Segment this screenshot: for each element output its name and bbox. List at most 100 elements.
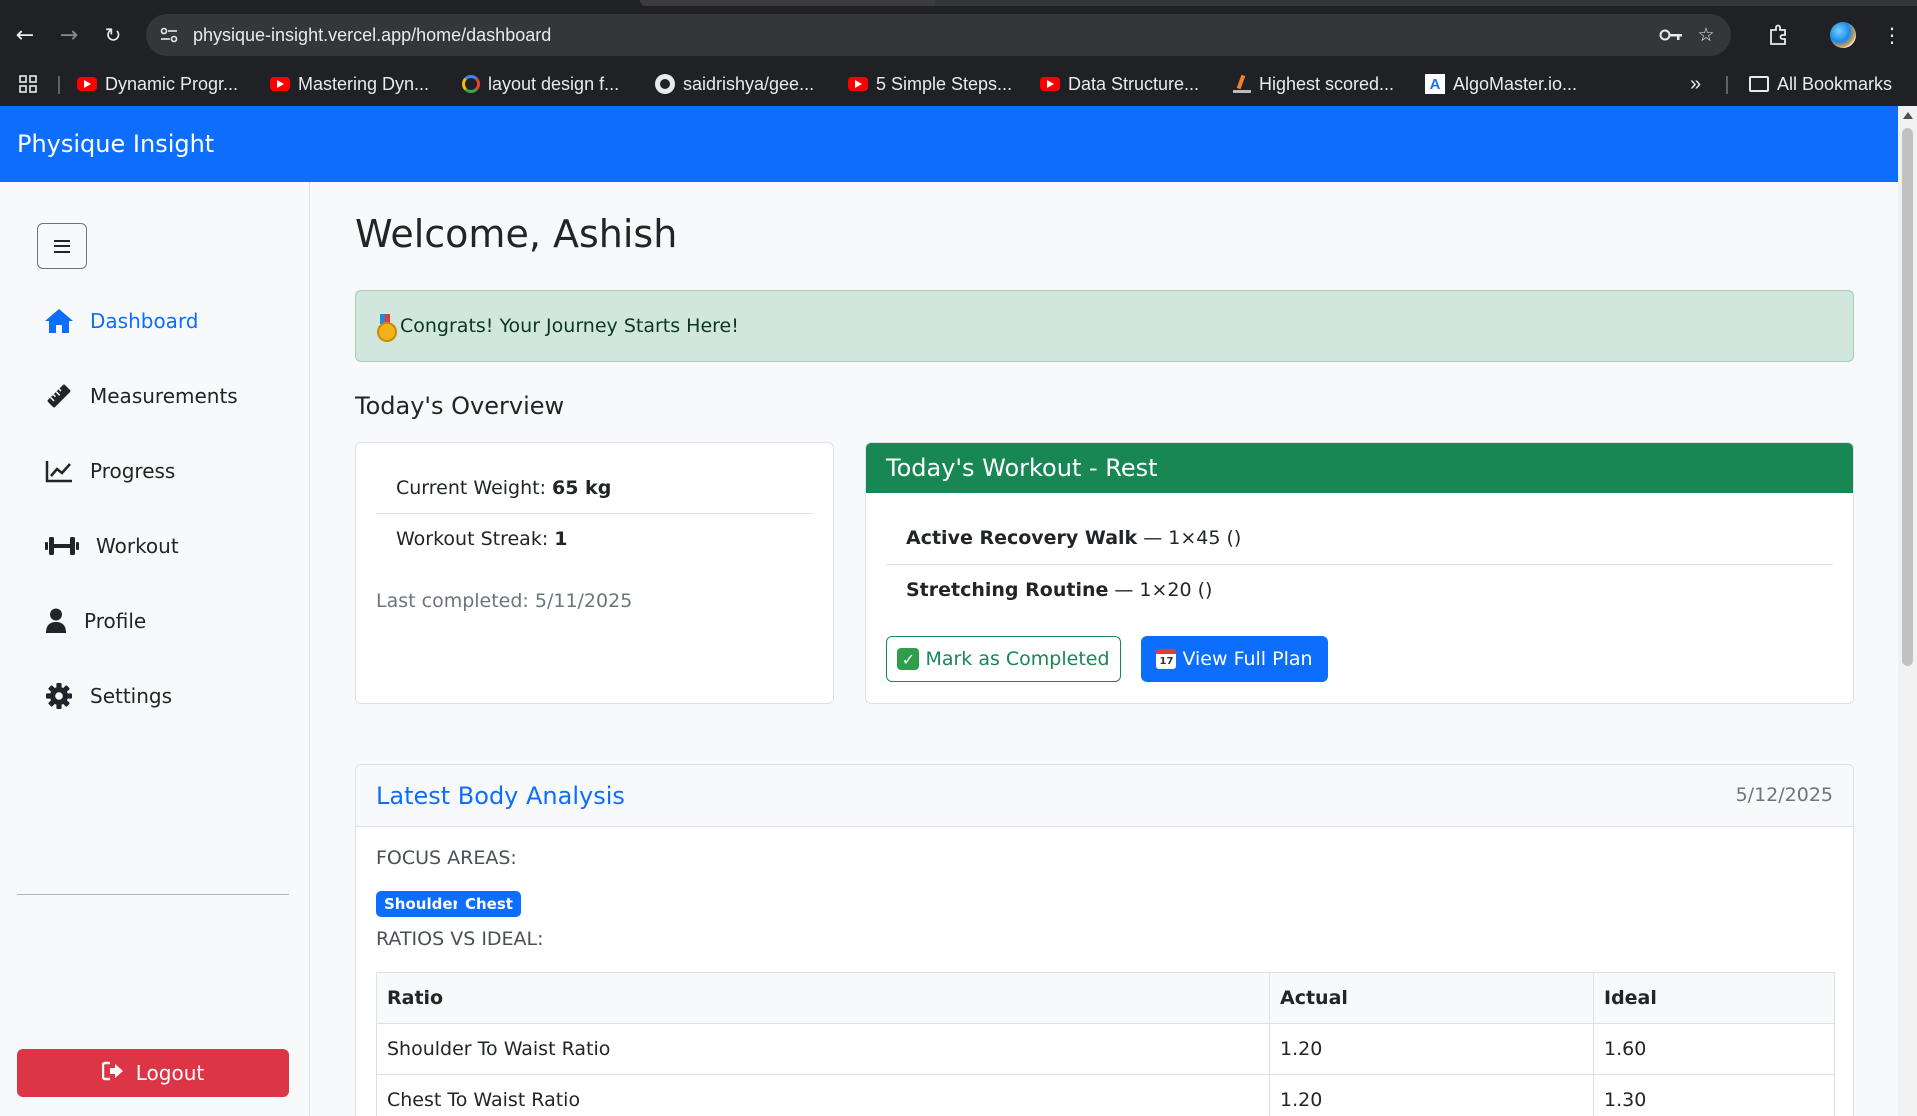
sidebar-item-workout[interactable]: Workout	[44, 526, 179, 566]
table-cell: 1.30	[1593, 1074, 1835, 1116]
overview-title: Today's Overview	[355, 392, 565, 420]
youtube-icon	[77, 77, 97, 91]
view-full-plan-button[interactable]: 17 View Full Plan	[1141, 636, 1328, 682]
bookmark-star-icon[interactable]: ☆	[1693, 23, 1719, 47]
exercise-detail: — 1×45 ()	[1143, 527, 1242, 549]
table-header-row: Ratio Actual Ideal	[376, 972, 1835, 1024]
focus-areas-label: FOCUS AREAS:	[376, 847, 517, 869]
stackoverflow-icon	[1233, 75, 1251, 93]
ratios-label: RATIOS VS IDEAL:	[376, 928, 544, 950]
sidebar-item-label: Dashboard	[90, 309, 199, 333]
focus-badge: Chest	[457, 891, 521, 917]
logout-button[interactable]: Logout	[17, 1049, 289, 1097]
sidebar-item-settings[interactable]: Settings	[44, 676, 172, 716]
main-content: Welcome, Ashish Congrats! Your Journey S…	[311, 182, 1898, 1116]
mark-completed-button[interactable]: ✓ Mark as Completed	[886, 636, 1121, 682]
workout-card-header: Today's Workout - Rest	[866, 443, 1853, 493]
youtube-icon	[270, 77, 290, 91]
page-scrollbar[interactable]	[1898, 106, 1917, 1116]
bookmark-item[interactable]: layout design f...	[462, 70, 619, 98]
scroll-up-arrow-icon[interactable]	[1903, 112, 1913, 119]
bookmark-separator	[58, 76, 60, 94]
bookmark-label: Mastering Dyn...	[298, 73, 430, 94]
weight-label: Current Weight:	[396, 477, 546, 499]
active-tab-edge[interactable]	[640, 0, 940, 6]
tab-strip	[935, 0, 1917, 6]
medal-icon	[376, 314, 397, 342]
bookmark-item[interactable]: Mastering Dyn...	[270, 70, 429, 98]
youtube-icon	[848, 77, 868, 91]
all-bookmarks-button[interactable]: All Bookmarks	[1749, 70, 1892, 98]
bookmark-label: 5 Simple Steps...	[876, 73, 1013, 94]
analysis-header: Latest Body Analysis 5/12/2025	[356, 765, 1853, 827]
table-cell: Shoulder To Waist Ratio	[376, 1023, 1270, 1075]
google-icon	[462, 75, 480, 93]
success-alert: Congrats! Your Journey Starts Here!	[355, 290, 1854, 362]
alert-text: Congrats! Your Journey Starts Here!	[400, 315, 739, 337]
algomaster-icon: A	[1425, 74, 1445, 94]
sidebar-item-label: Workout	[96, 534, 179, 558]
table-cell: 1.60	[1593, 1023, 1835, 1075]
bookmark-item[interactable]: A AlgoMaster.io...	[1425, 70, 1577, 98]
check-mark-icon: ✓	[897, 648, 920, 670]
sidebar-toggle-button[interactable]	[37, 223, 87, 269]
bookmark-item[interactable]: Dynamic Progr...	[77, 70, 238, 98]
address-bar[interactable]: physique-insight.vercel.app/home/dashboa…	[146, 14, 1731, 56]
folder-icon	[1749, 76, 1769, 92]
back-icon[interactable]: ←	[8, 18, 42, 52]
extensions-icon[interactable]	[1760, 17, 1796, 53]
menu-kebab-icon[interactable]: ⋮	[1874, 17, 1910, 53]
logout-label: Logout	[135, 1061, 205, 1085]
analysis-title-link[interactable]: Latest Body Analysis	[376, 782, 625, 810]
analysis-date: 5/12/2025	[1735, 784, 1833, 806]
brand-link[interactable]: Physique Insight	[17, 130, 214, 158]
sidebar-item-label: Profile	[84, 609, 147, 633]
streak-value: 1	[554, 528, 568, 550]
column-header: Actual	[1269, 972, 1594, 1024]
bookmark-label: AlgoMaster.io...	[1453, 73, 1578, 94]
bookmarks-overflow-button[interactable]: »	[1690, 70, 1701, 98]
bookmark-item[interactable]: Data Structure...	[1040, 70, 1199, 98]
table-cell: 1.20	[1269, 1074, 1594, 1116]
sidebar: Dashboard Measurements Progress Workout …	[0, 182, 310, 1116]
ratios-table: Ratio Actual Ideal Shoulder To Waist Rat…	[376, 972, 1835, 1116]
exercise-detail: — 1×20 ()	[1114, 579, 1213, 601]
bookmarks-bar: Dynamic Progr... Mastering Dyn... layout…	[0, 64, 1917, 104]
sidebar-item-dashboard[interactable]: Dashboard	[44, 301, 199, 341]
bookmark-label: Data Structure...	[1068, 73, 1200, 94]
sidebar-item-measurements[interactable]: Measurements	[44, 376, 238, 416]
app-navbar: Physique Insight	[0, 106, 1898, 182]
gear-icon	[44, 681, 74, 711]
table-row: Chest To Waist Ratio 1.20 1.30	[376, 1074, 1835, 1116]
exercise-name: Active Recovery Walk	[906, 527, 1138, 549]
sidebar-item-progress[interactable]: Progress	[44, 451, 175, 491]
streak-stat: Workout Streak: 1	[376, 514, 813, 564]
sidebar-item-profile[interactable]: Profile	[44, 601, 146, 641]
bookmark-item[interactable]: saidrishya/gee...	[655, 70, 814, 98]
table-cell: Chest To Waist Ratio	[376, 1074, 1270, 1116]
view-plan-label: View Full Plan	[1182, 648, 1313, 670]
sign-out-icon	[101, 1061, 124, 1086]
profile-avatar-icon[interactable]	[1830, 22, 1856, 48]
mark-completed-label: Mark as Completed	[925, 648, 1110, 670]
url-text[interactable]: physique-insight.vercel.app/home/dashboa…	[193, 25, 551, 46]
sidebar-divider	[17, 894, 289, 895]
streak-label: Workout Streak:	[396, 528, 549, 550]
browser-chrome: ← → ↻ physique-insight.vercel.app/home/d…	[0, 0, 1917, 106]
scroll-thumb[interactable]	[1902, 128, 1913, 666]
sidebar-item-label: Progress	[90, 459, 176, 483]
weight-stat: Current Weight: 65 kg	[376, 463, 813, 513]
forward-icon[interactable]: →	[52, 18, 86, 52]
table-row: Shoulder To Waist Ratio 1.20 1.60	[376, 1023, 1835, 1075]
stats-card: Current Weight: 65 kg Workout Streak: 1 …	[355, 442, 834, 704]
apps-grid-icon[interactable]	[18, 70, 38, 98]
reload-icon[interactable]: ↻	[96, 18, 130, 52]
exercise-name: Stretching Routine	[906, 579, 1109, 601]
sidebar-item-label: Measurements	[90, 384, 238, 408]
bookmark-label: Highest scored...	[1259, 73, 1395, 94]
site-settings-icon[interactable]	[158, 24, 180, 46]
bookmark-item[interactable]: Highest scored...	[1233, 70, 1394, 98]
weight-value: 65 kg	[552, 477, 612, 499]
password-key-icon[interactable]	[1658, 23, 1684, 47]
bookmark-item[interactable]: 5 Simple Steps...	[848, 70, 1012, 98]
